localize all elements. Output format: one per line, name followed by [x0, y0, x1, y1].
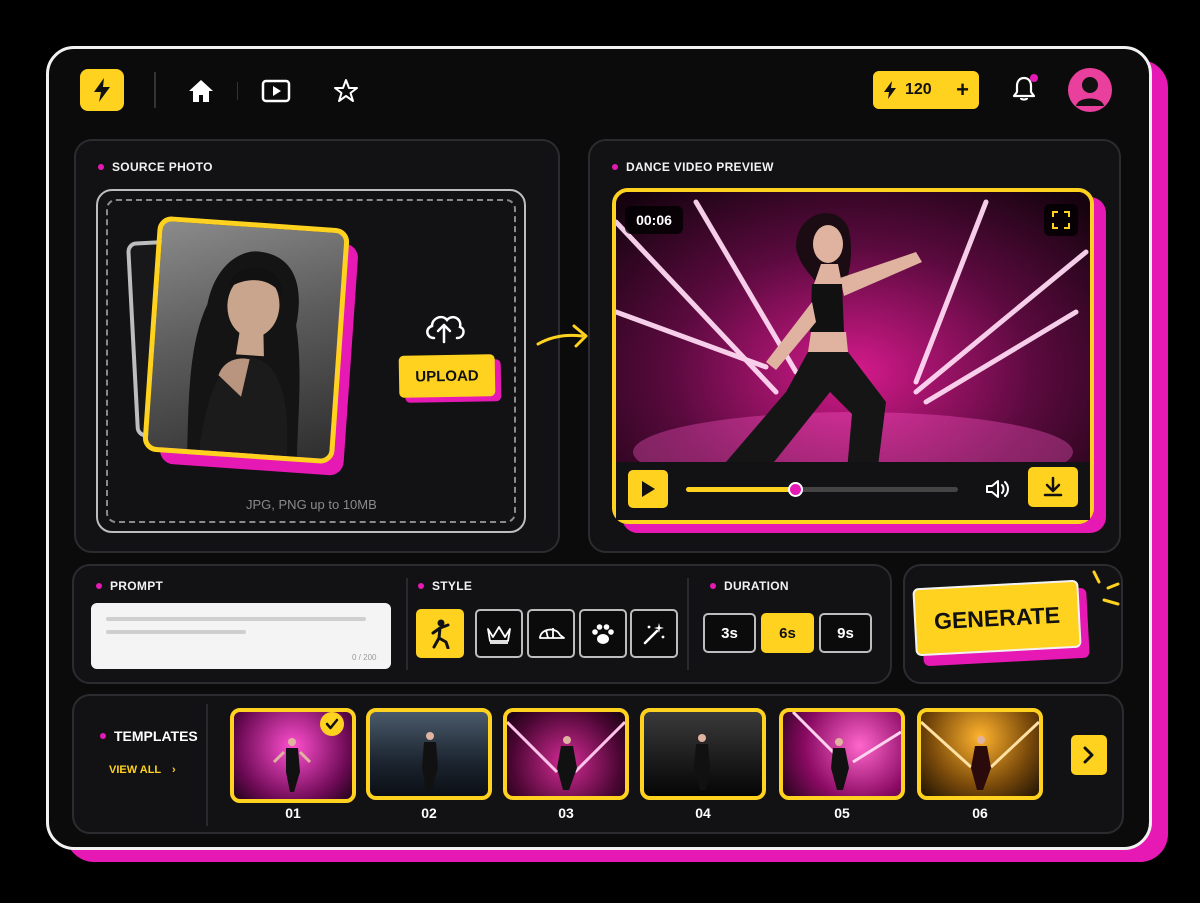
template-card-04[interactable]: [640, 708, 766, 800]
progress-knob[interactable]: [787, 482, 803, 497]
duration-title: DURATION: [724, 579, 789, 593]
template-card-03[interactable]: [503, 708, 629, 800]
template-number: 05: [834, 805, 850, 821]
progress-fill: [686, 487, 795, 492]
download-icon: [1043, 476, 1063, 497]
template-number: 04: [695, 805, 711, 821]
duration-6s-button[interactable]: 6s: [761, 613, 814, 653]
template-number: 01: [285, 805, 301, 821]
label-dot: [98, 164, 104, 170]
cloud-upload-icon: [426, 315, 465, 344]
generate-button[interactable]: GENERATE: [912, 579, 1082, 657]
expand-icon[interactable]: [1044, 204, 1078, 236]
play-icon: [642, 481, 655, 497]
add-credits-icon[interactable]: +: [956, 79, 969, 101]
source-photo-title: SOURCE PHOTO: [112, 160, 213, 174]
play-button[interactable]: [628, 470, 668, 508]
placeholder-line: [106, 630, 246, 634]
volume-icon[interactable]: [984, 478, 1010, 500]
style-cap-button[interactable]: [527, 609, 575, 658]
duration-9s-button[interactable]: 9s: [819, 613, 872, 653]
template-card-05[interactable]: [779, 708, 905, 800]
star-icon[interactable]: [330, 75, 362, 107]
cap-icon: [539, 627, 565, 639]
template-number: 02: [421, 805, 437, 821]
view-all-link[interactable]: VIEW ALL ›: [109, 764, 176, 776]
dance-icon: [431, 619, 450, 649]
crown-icon: [487, 625, 511, 644]
video-timestamp: 00:06: [625, 206, 683, 234]
duration-label: DURATION: [710, 579, 789, 593]
credits-count: 120: [905, 81, 932, 98]
divider: [406, 578, 408, 670]
templates-title: TEMPLATES: [114, 728, 198, 744]
divider: [206, 704, 208, 826]
notification-dot: [1030, 74, 1038, 82]
avatar[interactable]: [1068, 68, 1112, 112]
chevron-right-icon: ›: [172, 764, 176, 776]
magic-wand-icon: [643, 622, 665, 644]
preview-title: DANCE VIDEO PREVIEW: [626, 160, 774, 174]
source-photo-label: SOURCE PHOTO: [98, 160, 213, 174]
label-dot: [710, 583, 716, 589]
home-icon[interactable]: [185, 75, 217, 107]
duration-3s-button[interactable]: 3s: [703, 613, 756, 653]
style-magic-button[interactable]: [630, 609, 678, 658]
prompt-title: PROMPT: [110, 579, 164, 593]
divider: [237, 82, 238, 100]
template-card-06[interactable]: [917, 708, 1043, 800]
prompt-label: PROMPT: [96, 579, 163, 593]
check-icon: [320, 712, 344, 736]
label-dot: [100, 733, 106, 739]
chevron-right-icon: [1083, 746, 1094, 764]
source-photo-thumbnail: [142, 215, 350, 465]
label-dot: [418, 583, 424, 589]
style-paw-button[interactable]: [579, 609, 627, 658]
view-all-label: VIEW ALL: [109, 764, 161, 776]
style-dance-button[interactable]: [416, 609, 464, 658]
bolt-icon: [884, 81, 896, 99]
upload-button[interactable]: UPLOAD: [398, 354, 496, 398]
file-hint: JPG, PNG up to 10MB: [246, 497, 377, 512]
video-icon[interactable]: [260, 75, 292, 107]
template-number: 06: [972, 805, 988, 821]
style-title: STYLE: [432, 579, 473, 593]
preview-label: DANCE VIDEO PREVIEW: [612, 160, 774, 174]
placeholder-line: [106, 617, 366, 621]
burst-icon: [1092, 570, 1120, 606]
prompt-placeholder-lines: [106, 617, 386, 643]
style-label: STYLE: [418, 579, 472, 593]
credits-button[interactable]: 120 +: [873, 71, 979, 109]
download-button[interactable]: [1028, 467, 1078, 507]
bell-icon[interactable]: [1008, 72, 1040, 106]
style-crown-button[interactable]: [475, 609, 523, 658]
video-progress-slider[interactable]: [686, 482, 958, 497]
logo-bolt-icon[interactable]: [80, 69, 124, 111]
label-dot: [612, 164, 618, 170]
divider: [687, 578, 689, 670]
templates-label: TEMPLATES: [100, 728, 198, 744]
divider: [154, 72, 156, 108]
paw-icon: [592, 623, 614, 644]
template-number: 03: [558, 805, 574, 821]
templates-next-button[interactable]: [1071, 735, 1107, 775]
label-dot: [96, 583, 102, 589]
character-counter: 0 / 200: [352, 653, 377, 662]
template-card-02[interactable]: [366, 708, 492, 800]
